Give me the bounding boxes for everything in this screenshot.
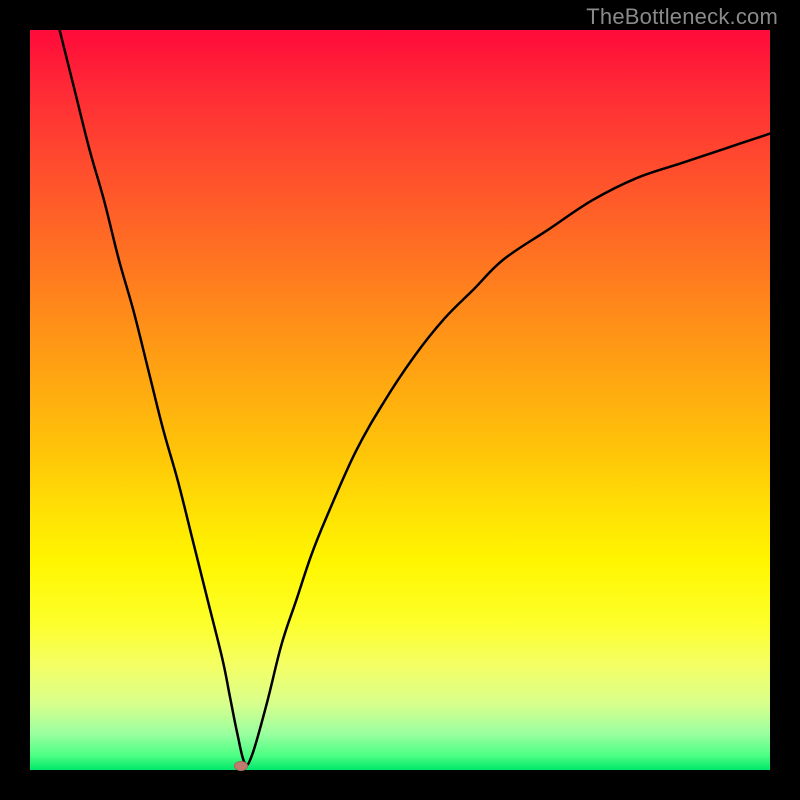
watermark-text: TheBottleneck.com (586, 4, 778, 30)
bottleneck-curve (30, 30, 770, 770)
plot-area (30, 30, 770, 770)
chart-frame: TheBottleneck.com (0, 0, 800, 800)
